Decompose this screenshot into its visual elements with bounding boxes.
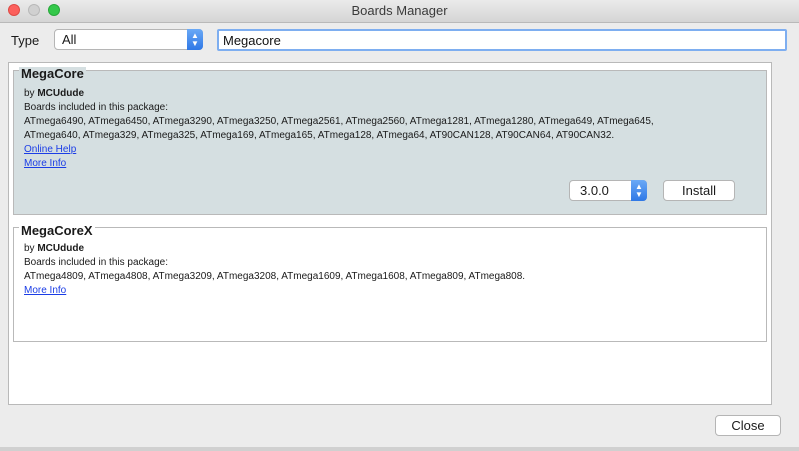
boards-intro: Boards included in this package: bbox=[24, 102, 168, 113]
package-name: MegaCore bbox=[19, 66, 86, 81]
type-dropdown[interactable]: All ▲ ▼ bbox=[54, 29, 203, 50]
close-button[interactable]: Close bbox=[715, 415, 781, 436]
search-input[interactable] bbox=[217, 29, 787, 51]
boards-list-line-2: ATmega640, ATmega329, ATmega325, ATmega1… bbox=[24, 130, 615, 141]
boards-list-line-1: ATmega6490, ATmega6450, ATmega3290, ATme… bbox=[24, 116, 654, 127]
author-prefix: by bbox=[24, 243, 38, 254]
right-gutter bbox=[789, 62, 799, 405]
package-name: MegaCoreX bbox=[19, 223, 95, 238]
boards-intro: Boards included in this package: bbox=[24, 257, 168, 268]
install-button[interactable]: Install bbox=[663, 180, 735, 201]
package-author: MCUdude bbox=[37, 243, 85, 254]
author-prefix: by bbox=[24, 88, 38, 99]
more-info-link[interactable]: More Info bbox=[24, 157, 66, 170]
package-author: MCUdude bbox=[37, 88, 85, 99]
title-bar: Boards Manager bbox=[0, 0, 799, 23]
dropdown-arrows-icon: ▲ ▼ bbox=[631, 180, 647, 201]
type-label: Type bbox=[11, 33, 40, 48]
package-card-megacorex[interactable]: MegaCoreX by MCUdude Boards included in … bbox=[13, 223, 767, 342]
package-list: MegaCore by MCUdude Boards included in t… bbox=[8, 62, 772, 405]
online-help-link[interactable]: Online Help bbox=[24, 143, 76, 156]
package-author-line: by MCUdude bbox=[24, 242, 84, 255]
boards-list-line-1: ATmega4809, ATmega4808, ATmega3209, ATme… bbox=[24, 271, 526, 282]
package-author-line: by MCUdude bbox=[24, 87, 84, 100]
more-info-link[interactable]: More Info bbox=[24, 284, 66, 297]
version-dropdown-value: 3.0.0 bbox=[580, 183, 609, 198]
version-dropdown[interactable]: 3.0.0 ▲ ▼ bbox=[569, 180, 647, 201]
type-dropdown-value: All bbox=[62, 32, 77, 47]
dropdown-arrows-icon: ▲ ▼ bbox=[187, 29, 203, 50]
window-title: Boards Manager bbox=[351, 3, 448, 18]
package-card-megacore[interactable]: MegaCore by MCUdude Boards included in t… bbox=[13, 66, 767, 215]
bottom-edge bbox=[0, 447, 799, 451]
